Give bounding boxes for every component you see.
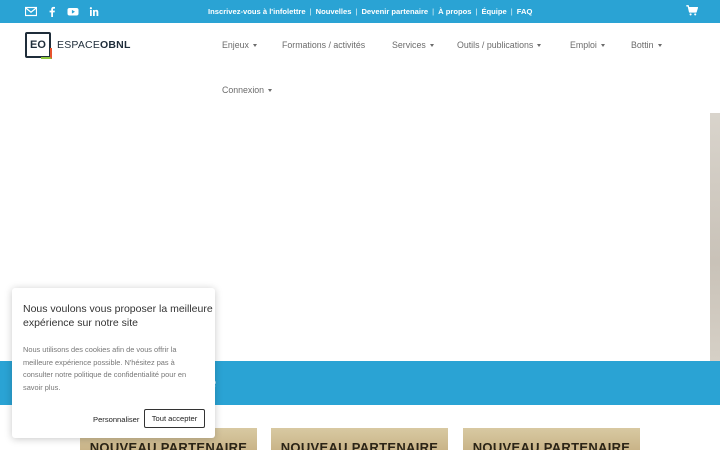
- logo-text-bold: OBNL: [100, 39, 131, 51]
- facebook-icon[interactable]: [46, 6, 58, 17]
- top-link-separator: |: [355, 7, 358, 16]
- top-link-faq[interactable]: FAQ: [517, 7, 533, 16]
- top-link-a-propos[interactable]: À propos: [438, 7, 471, 16]
- news-card-label: NOUVEAU PARTENAIRE: [89, 440, 248, 450]
- news-card-label: NOUVEAU PARTENAIRE: [280, 440, 439, 450]
- page: Inscrivez-vous à l'infolettre | Nouvelle…: [0, 0, 720, 450]
- social-links: [25, 6, 100, 17]
- caret-down-icon: [252, 43, 257, 47]
- cookie-description: Nous utilisons des cookies afin de vous …: [23, 345, 187, 392]
- top-link-devenir-partenaire[interactable]: Devenir partenaire: [361, 7, 428, 16]
- top-link-separator: |: [432, 7, 435, 16]
- logo-text-light: ESPACE: [57, 39, 101, 51]
- customize-button[interactable]: Personnaliser: [93, 410, 139, 428]
- nav-item-emploi[interactable]: Emploi: [570, 40, 605, 50]
- caret-down-icon: [537, 43, 542, 47]
- nav-item-connexion[interactable]: Connexion: [222, 85, 273, 95]
- linkedin-icon[interactable]: [88, 6, 100, 17]
- news-card[interactable]: NOUVEAU PARTENAIRE: [271, 428, 448, 450]
- top-link-nouvelles[interactable]: Nouvelles: [316, 7, 352, 16]
- top-bar: Inscrivez-vous à l'infolettre | Nouvelle…: [0, 0, 720, 23]
- nav-label: Services: [392, 40, 426, 50]
- cart-icon[interactable]: [686, 5, 698, 16]
- nav-label: Formations / activités: [282, 40, 366, 50]
- youtube-icon[interactable]: [67, 6, 79, 17]
- top-link-infolettre[interactable]: Inscrivez-vous à l'infolettre: [208, 7, 306, 16]
- nav-label: Outils / publications: [457, 40, 534, 50]
- nav-label: Bottin: [631, 40, 654, 50]
- nav-item-formations[interactable]: Formations / activités: [282, 40, 365, 50]
- logo-mark: EO: [25, 32, 52, 59]
- nav-label: Enjeux: [222, 40, 249, 50]
- top-link-separator: |: [309, 7, 312, 16]
- top-link-separator: |: [475, 7, 478, 16]
- cookie-consent-dialog: Nous voulons vous proposer la meilleure …: [12, 288, 215, 438]
- top-link-separator: |: [510, 7, 513, 16]
- site-header: EO ESPACEOBNL Enjeux Formations / activi…: [0, 23, 720, 113]
- top-link-equipe[interactable]: Équipe: [481, 7, 506, 16]
- site-logo[interactable]: EO ESPACEOBNL: [25, 32, 131, 59]
- hero-image-edge: [710, 113, 720, 361]
- nav-label: Connexion: [222, 85, 265, 95]
- accept-all-button[interactable]: Tout accepter: [144, 409, 205, 428]
- nav-label: Emploi: [570, 40, 597, 50]
- news-card-label: NOUVEAU PARTENAIRE: [472, 440, 631, 450]
- cookie-title: Nous voulons vous proposer la meilleure …: [23, 303, 213, 329]
- logo-wordmark: ESPACEOBNL: [57, 39, 131, 51]
- nav-item-services[interactable]: Services: [392, 40, 434, 50]
- mail-icon[interactable]: [25, 6, 37, 17]
- caret-down-icon: [600, 43, 605, 47]
- nav-item-enjeux[interactable]: Enjeux: [222, 40, 257, 50]
- top-links: Inscrivez-vous à l'infolettre | Nouvelle…: [208, 0, 532, 23]
- caret-down-icon: [429, 43, 434, 47]
- news-card[interactable]: NOUVEAU PARTENAIRE: [463, 428, 640, 450]
- caret-down-icon: [268, 88, 273, 92]
- caret-down-icon: [657, 43, 662, 47]
- nav-item-bottin[interactable]: Bottin: [631, 40, 662, 50]
- nav-item-outils-publications[interactable]: Outils / publications: [457, 40, 542, 50]
